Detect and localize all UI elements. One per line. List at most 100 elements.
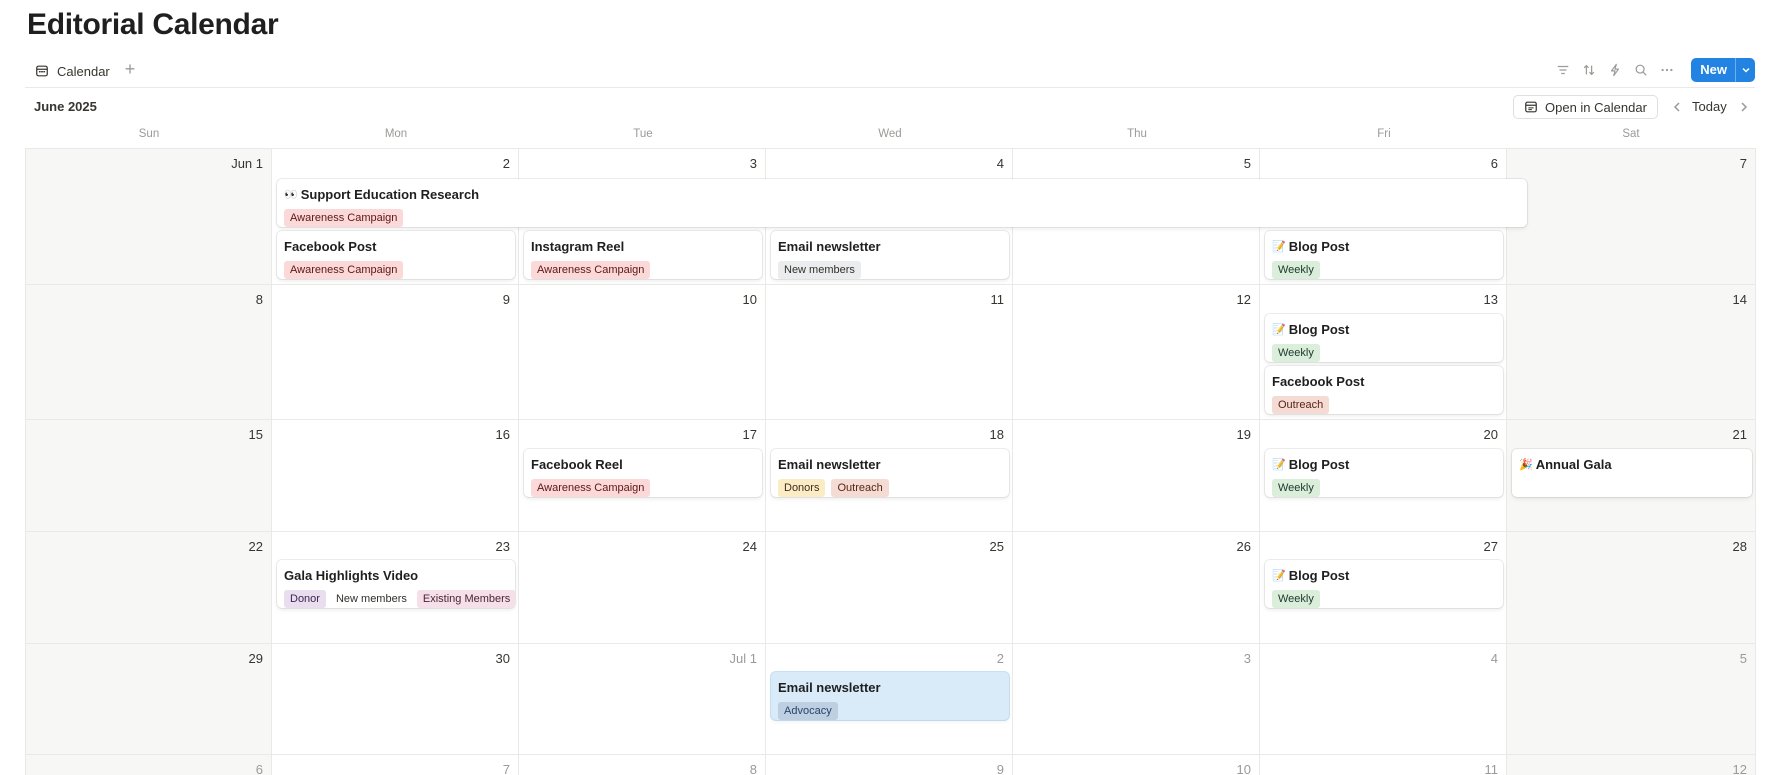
day-cell[interactable]: 9 [272,285,519,420]
event-title-text: Blog Post [1288,567,1350,583]
today-button[interactable]: Today [1692,99,1727,114]
event-title: 📝 Blog Post [1272,566,1496,584]
day-cell[interactable]: 26 [1013,532,1260,644]
tag: Donors [778,479,826,497]
event-card[interactable]: 👀 Support Education Research Awareness Ca… [277,179,1527,227]
event-title: Facebook Post [1272,373,1365,389]
event-tags: Awareness Campaign [531,261,755,279]
day-cell[interactable]: 8 [519,755,766,775]
day-number: 7 [502,762,510,775]
tag: Awareness Campaign [284,209,404,227]
tab-calendar[interactable]: Calendar [35,60,110,82]
day-number: 25 [989,539,1004,554]
tag: Outreach [831,479,889,497]
day-cell[interactable]: 12 [1013,285,1260,420]
day-cell[interactable]: 15 [25,420,272,532]
day-cell[interactable]: 30 [272,644,519,755]
event-card[interactable]: Email newsletter New members [771,231,1009,279]
day-cell[interactable]: 10 [519,285,766,420]
event-title-text: Blog Post [1288,456,1350,472]
lightning-icon [1611,63,1620,77]
day-cell[interactable]: 25 [766,532,1013,644]
day-cell[interactable]: 11 [766,285,1013,420]
day-number: 22 [248,539,263,554]
day-cell[interactable]: 10 [1013,755,1260,775]
day-number: 8 [749,762,757,775]
day-number: 20 [1483,427,1498,442]
tag: Donor [284,590,326,608]
event-card[interactable]: Instagram Reel Awareness Campaign [524,231,762,279]
day-number: 12 [1732,762,1747,775]
day-number: 19 [1236,427,1251,442]
event-card[interactable]: 📝 Blog Post Weekly [1265,560,1503,608]
day-cell[interactable]: 3 [1013,644,1260,755]
automation-button[interactable] [1605,60,1625,80]
page-title: Editorial Calendar [27,8,279,41]
day-cell[interactable]: Jun 1 [25,149,272,285]
filter-icon [1558,65,1569,75]
event-card[interactable]: 📝 Blog Post Weekly [1265,314,1503,362]
event-tags: Donors Outreach [778,479,1002,497]
day-cell[interactable]: 29 [25,644,272,755]
add-view-button[interactable]: + [120,58,140,80]
chevron-down-icon [1741,67,1750,73]
event-title-text: Support Education Research [300,186,480,202]
day-cell[interactable]: 28 [1507,532,1756,644]
new-button-label: New [1700,62,1727,77]
new-button[interactable]: New [1691,58,1755,82]
tag: New members [778,261,861,279]
event-title-text: Annual Gala [1535,456,1612,472]
sort-button[interactable] [1579,60,1599,80]
day-cell[interactable]: 4 [1260,644,1507,755]
tag: Advocacy [778,702,838,720]
day-cell[interactable]: 12 [1507,755,1756,775]
day-cell[interactable]: 14 [1507,285,1756,420]
memo-icon: 📝 [1272,569,1286,582]
day-number: 9 [502,292,510,307]
previous-month-button[interactable] [1669,98,1685,116]
event-card[interactable]: Facebook Reel Awareness Campaign [524,449,762,497]
event-card[interactable]: Gala Highlights Video Donor New members … [277,560,515,608]
more-options-button[interactable] [1657,60,1677,80]
day-number: 11 [1484,762,1499,775]
event-title-text: Blog Post [1288,321,1350,337]
new-dropdown-button[interactable] [1735,58,1755,82]
day-cell[interactable]: Jul 1 [519,644,766,755]
event-card[interactable]: 📝 Blog Post Weekly [1265,231,1503,279]
day-cell[interactable]: 7 [272,755,519,775]
day-cell[interactable]: 8 [25,285,272,420]
day-cell[interactable]: 19 [1013,420,1260,532]
event-tags: Advocacy [778,702,1002,720]
open-in-calendar-button[interactable]: Open in Calendar [1513,95,1658,119]
event-title: 📝 Blog Post [1272,455,1496,473]
event-card[interactable]: 📝 Blog Post Weekly [1265,449,1503,497]
day-number: 10 [742,292,757,307]
day-cell[interactable]: 9 [766,755,1013,775]
event-card-selected[interactable]: Email newsletter Advocacy [771,672,1009,720]
ellipsis-icon [1661,68,1673,72]
event-card[interactable]: 🎉 Annual Gala [1512,449,1752,497]
day-number: 28 [1732,539,1747,554]
event-card[interactable]: Facebook Post Outreach [1265,366,1503,414]
day-cell[interactable]: 11 [1260,755,1507,775]
day-number: 7 [1739,156,1747,171]
next-month-button[interactable] [1736,98,1752,116]
event-card[interactable]: Email newsletter Donors Outreach [771,449,1009,497]
view-toolbar: New [1553,58,1755,82]
tag: Awareness Campaign [531,479,651,497]
event-card[interactable]: Facebook Post Awareness Campaign [277,231,515,279]
day-number: 26 [1236,539,1251,554]
day-cell[interactable]: 22 [25,532,272,644]
day-cell[interactable]: 24 [519,532,766,644]
event-tags: Weekly [1272,344,1496,362]
search-button[interactable] [1631,60,1651,80]
day-number: 4 [996,156,1004,171]
event-title: 🎉 Annual Gala [1519,455,1745,473]
day-number: 29 [248,651,263,666]
day-cell[interactable]: 5 [1507,644,1756,755]
day-cell[interactable]: 7 [1507,149,1756,285]
memo-icon: 📝 [1272,458,1286,471]
day-cell[interactable]: 16 [272,420,519,532]
filter-button[interactable] [1553,60,1573,80]
day-cell[interactable]: 6 [25,755,272,775]
